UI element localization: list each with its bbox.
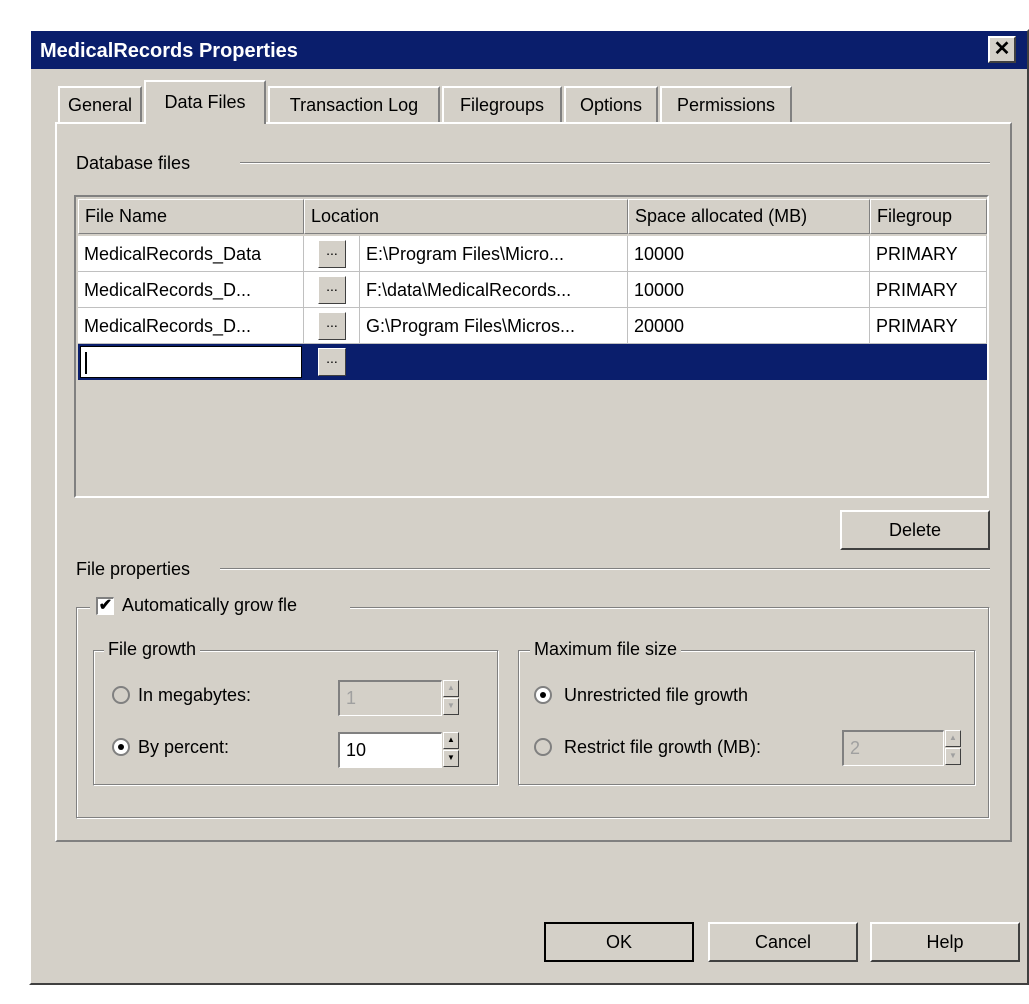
ok-button[interactable]: OK [544, 922, 694, 962]
restrict-spin-down-icon[interactable]: ▼ [945, 748, 961, 765]
percent-input[interactable]: 10 [338, 732, 442, 768]
row2-space-allocated[interactable]: 10000 [628, 272, 870, 308]
row1-location[interactable]: E:\Program Files\Micro... [360, 236, 628, 272]
new-row-browse-button[interactable]: ... [318, 348, 346, 376]
restrict-growth-input[interactable]: 2 [842, 730, 944, 766]
column-header-file-name[interactable]: File Name [78, 199, 304, 234]
help-button[interactable]: Help [870, 922, 1020, 962]
restrict-spin-up-icon[interactable]: ▲ [945, 730, 961, 747]
restrict-growth-radio[interactable] [534, 738, 552, 756]
column-header-filegroup[interactable]: Filegroup [870, 199, 987, 234]
cancel-button[interactable]: Cancel [708, 922, 858, 962]
in-megabytes-label[interactable]: In megabytes: [138, 682, 251, 708]
restrict-growth-label[interactable]: Restrict file growth (MB): [564, 734, 761, 760]
close-button[interactable]: ✕ [988, 36, 1016, 63]
row3-location[interactable]: G:\Program Files\Micros... [360, 308, 628, 344]
new-row-file-name-input[interactable] [80, 346, 302, 378]
unrestricted-growth-label[interactable]: Unrestricted file growth [564, 682, 748, 708]
row1-file-name[interactable]: MedicalRecords_Data [78, 236, 304, 272]
percent-spin-down-icon[interactable]: ▼ [443, 750, 459, 767]
row3-filegroup[interactable]: PRIMARY [870, 308, 987, 344]
column-header-space-allocated[interactable]: Space allocated (MB) [628, 199, 870, 234]
row3-space-allocated[interactable]: 20000 [628, 308, 870, 344]
megabytes-spin-up-icon[interactable]: ▲ [443, 680, 459, 697]
megabytes-spin-down-icon[interactable]: ▼ [443, 698, 459, 715]
tab-transaction-log[interactable]: Transaction Log [268, 86, 440, 122]
file-growth-label: File growth [104, 636, 201, 662]
database-files-label: Database files [72, 151, 195, 175]
by-percent-radio[interactable] [112, 738, 130, 756]
row3-browse-button[interactable]: ... [318, 312, 346, 340]
by-percent-label[interactable]: By percent: [138, 734, 229, 760]
delete-button[interactable]: Delete [840, 510, 990, 550]
auto-grow-checkbox[interactable]: ✔ [96, 597, 114, 615]
row3-file-name[interactable]: MedicalRecords_D... [78, 308, 304, 344]
percent-spin-up-icon[interactable]: ▲ [443, 732, 459, 749]
column-header-location[interactable]: Location [304, 199, 628, 234]
row2-browse-button[interactable]: ... [318, 276, 346, 304]
row1-space-allocated[interactable]: 10000 [628, 236, 870, 272]
row2-location[interactable]: F:\data\MedicalRecords... [360, 272, 628, 308]
row1-filegroup[interactable]: PRIMARY [870, 236, 987, 272]
database-files-divider [240, 162, 990, 164]
tab-filegroups[interactable]: Filegroups [442, 86, 562, 122]
tab-options[interactable]: Options [564, 86, 658, 122]
file-properties-label: File properties [72, 557, 195, 581]
megabytes-input[interactable]: 1 [338, 680, 442, 716]
tab-general[interactable]: General [58, 86, 142, 122]
window-title: MedicalRecords Properties [40, 40, 298, 62]
max-file-size-label: Maximum file size [530, 636, 682, 662]
tab-permissions[interactable]: Permissions [660, 86, 792, 122]
row1-browse-button[interactable]: ... [318, 240, 346, 268]
tab-data-files[interactable]: Data Files [144, 80, 266, 124]
file-properties-divider [220, 568, 990, 570]
row2-filegroup[interactable]: PRIMARY [870, 272, 987, 308]
unrestricted-growth-radio[interactable] [534, 686, 552, 704]
text-caret [85, 352, 87, 374]
auto-grow-label[interactable]: Automatically grow fle [122, 592, 297, 618]
row2-file-name[interactable]: MedicalRecords_D... [78, 272, 304, 308]
in-megabytes-radio[interactable] [112, 686, 130, 704]
